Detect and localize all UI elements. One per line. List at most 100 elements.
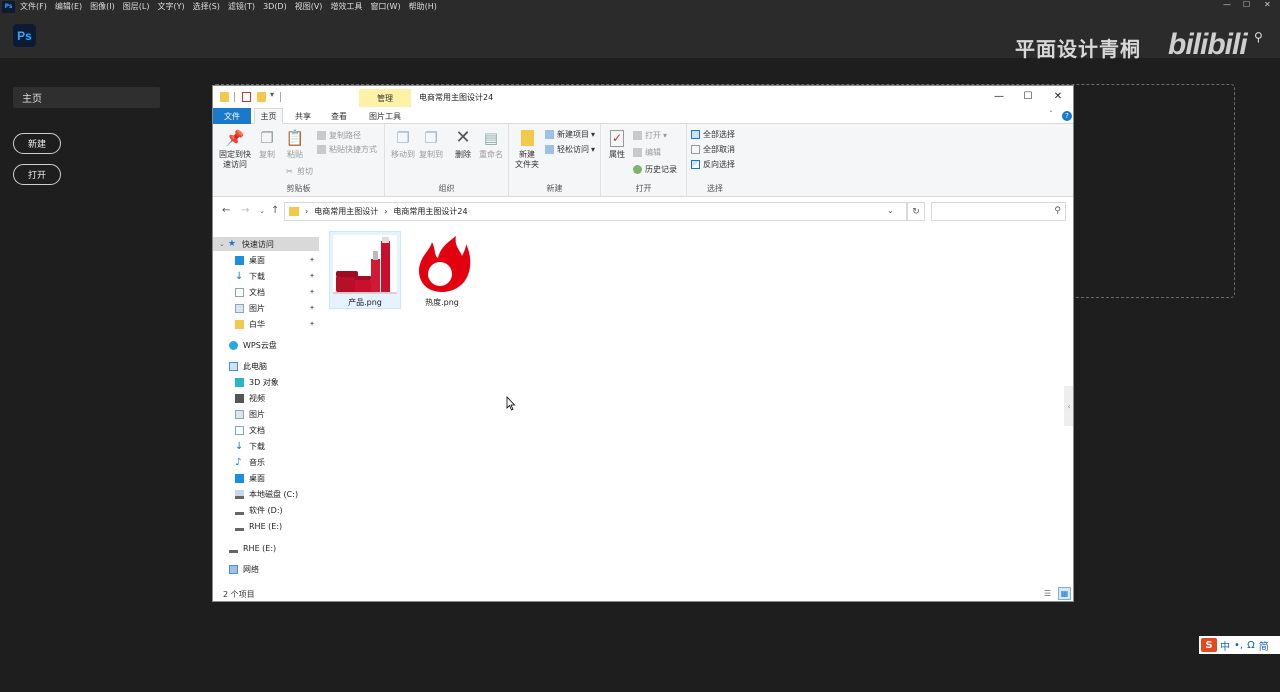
copy-to-button[interactable]: ❐ 复制到: [417, 128, 445, 160]
breadcrumb-item[interactable]: 电商常用主图设计: [314, 206, 378, 217]
history-button[interactable]: 历史记录: [633, 164, 677, 175]
pin-quick-access-button[interactable]: 📌 固定到快 速访问: [217, 128, 253, 170]
pin-icon[interactable]: ✦: [309, 288, 315, 296]
tab-manage[interactable]: 管理: [359, 89, 411, 107]
nav-item-documents-pc[interactable]: 文档: [213, 423, 319, 437]
ime-chinese-mode[interactable]: 中: [1220, 638, 1230, 653]
nav-item-network[interactable]: 网络: [213, 562, 319, 576]
maximize-button[interactable]: ☐: [1018, 89, 1038, 103]
rename-button[interactable]: ▤ 重命名: [477, 128, 505, 160]
back-arrow-icon[interactable]: ←: [222, 205, 230, 216]
nav-item-desktop-pc[interactable]: 桌面: [213, 471, 319, 485]
nav-item-music[interactable]: ♪ 音乐: [213, 455, 319, 469]
select-all-button[interactable]: 全部选择: [691, 129, 735, 140]
tab-view[interactable]: 查看: [323, 108, 355, 124]
new-item-button[interactable]: 新建项目 ▾: [545, 129, 595, 140]
ribbon-collapse-icon[interactable]: ˆ: [1049, 110, 1053, 119]
search-input[interactable]: ⚲: [931, 202, 1066, 221]
recent-dropdown-icon[interactable]: ⌄: [259, 207, 265, 215]
scroll-handle[interactable]: ‹: [1064, 386, 1073, 426]
menu-window[interactable]: 窗口(W): [370, 1, 400, 12]
menu-edit[interactable]: 编辑(E): [55, 1, 82, 12]
nav-item-drive-d[interactable]: 软件 (D:): [213, 503, 319, 517]
select-none-button[interactable]: 全部取消: [691, 144, 735, 155]
nav-item-videos[interactable]: 视频: [213, 391, 319, 405]
easy-access-button[interactable]: 轻松访问 ▾: [545, 144, 595, 155]
menu-type[interactable]: 文字(Y): [157, 1, 184, 12]
nav-item-wps-cloud[interactable]: WPS云盘: [213, 338, 319, 352]
ime-simplified[interactable]: 简: [1259, 638, 1269, 653]
nav-item-3d-objects[interactable]: 3D 对象: [213, 375, 319, 389]
menu-view[interactable]: 视图(V): [295, 1, 323, 12]
forward-arrow-icon[interactable]: →: [241, 205, 249, 216]
close-button[interactable]: ✕: [1048, 89, 1068, 103]
menu-file[interactable]: 文件(F): [20, 1, 47, 12]
menu-plugins[interactable]: 增效工具: [330, 1, 362, 12]
file-item[interactable]: 产品.png: [329, 231, 401, 309]
minimize-button[interactable]: —: [989, 89, 1009, 103]
breadcrumb-item-current[interactable]: 电商常用主图设计24: [393, 206, 467, 217]
cut-button[interactable]: ✂ 剪切: [285, 166, 313, 177]
ime-toolbar[interactable]: S 中 •, Ω 简: [1199, 636, 1280, 654]
properties-button[interactable]: ✓ 属性: [605, 128, 629, 160]
address-input[interactable]: › 电商常用主图设计 › 电商常用主图设计24: [284, 202, 907, 221]
menu-help[interactable]: 帮助(H): [409, 1, 437, 12]
address-dropdown-icon[interactable]: ⌄: [887, 206, 894, 215]
tab-home[interactable]: 主页: [254, 108, 283, 124]
nav-item-this-pc[interactable]: 此电脑: [213, 359, 319, 373]
ime-symbols[interactable]: Ω: [1247, 640, 1255, 651]
menu-image[interactable]: 图像(I): [90, 1, 115, 12]
ps-open-button[interactable]: 打开: [13, 164, 61, 185]
nav-item-desktop[interactable]: 桌面 ✦: [213, 253, 319, 267]
tab-picture-tools[interactable]: 图片工具: [359, 108, 411, 124]
nav-item-quick-access[interactable]: ⌄ ★ 快速访问: [213, 237, 319, 251]
nav-item-pictures[interactable]: 图片 ✦: [213, 301, 319, 315]
menu-layer[interactable]: 图层(L): [123, 1, 150, 12]
ps-minimize-button[interactable]: —: [1223, 0, 1231, 9]
pin-icon[interactable]: ✦: [309, 320, 315, 328]
pin-icon[interactable]: ✦: [309, 272, 315, 280]
paste-button[interactable]: 📋 粘贴: [284, 128, 306, 160]
up-arrow-icon[interactable]: ↑: [271, 205, 279, 216]
move-to-button[interactable]: ❐ 移动到: [389, 128, 417, 160]
pin-icon[interactable]: ✦: [309, 304, 315, 312]
invert-selection-button[interactable]: 反向选择: [691, 159, 735, 170]
nav-item-pictures-pc[interactable]: 图片: [213, 407, 319, 421]
ps-search-icon[interactable]: ⚲: [1254, 30, 1263, 44]
open-button[interactable]: 打开 ▾: [633, 130, 667, 141]
copy-button[interactable]: ❐ 复制: [256, 128, 278, 160]
expand-chevron-icon[interactable]: ⌄: [219, 240, 225, 248]
menu-3d[interactable]: 3D(D): [263, 2, 287, 11]
nav-item-drive-c[interactable]: 本地磁盘 (C:): [213, 487, 319, 501]
help-icon[interactable]: ?: [1062, 111, 1072, 121]
details-view-icon[interactable]: ☰: [1042, 588, 1053, 599]
nav-item-downloads-pc[interactable]: ↓ 下载: [213, 439, 319, 453]
nav-item-downloads[interactable]: ↓ 下载 ✦: [213, 269, 319, 283]
edit-button[interactable]: 编辑: [633, 147, 661, 158]
nav-item-documents[interactable]: 文档 ✦: [213, 285, 319, 299]
qa-dropdown-icon[interactable]: ▾: [270, 90, 274, 99]
large-icons-view-icon[interactable]: ▦: [1058, 587, 1071, 600]
ps-maximize-button[interactable]: ☐: [1243, 0, 1250, 9]
paste-shortcut-button[interactable]: 粘贴快捷方式: [317, 144, 377, 155]
new-folder-button[interactable]: 新建 文件夹: [513, 128, 541, 170]
tab-file[interactable]: 文件: [213, 108, 251, 124]
ps-new-button[interactable]: 新建: [13, 133, 61, 154]
new-folder-icon[interactable]: [257, 92, 266, 102]
ime-punctuation[interactable]: •,: [1234, 640, 1243, 651]
menu-select[interactable]: 选择(S): [193, 1, 220, 12]
menu-filter[interactable]: 滤镜(T): [228, 1, 255, 12]
copy-path-button[interactable]: 复制路径: [317, 130, 361, 141]
nav-item-baihua[interactable]: 白华 ✦: [213, 317, 319, 331]
delete-button[interactable]: ✕ 删除: [451, 128, 475, 160]
ps-home-item[interactable]: 主页: [13, 87, 160, 108]
tab-share[interactable]: 共享: [288, 108, 318, 124]
nav-item-drive-e-root[interactable]: RHE (E:): [213, 541, 319, 555]
ps-close-button[interactable]: ✕: [1264, 0, 1271, 9]
properties-check-icon[interactable]: [242, 92, 251, 102]
file-item[interactable]: 热度.png: [406, 231, 478, 309]
file-list[interactable]: 产品.png 热度.png: [325, 228, 1061, 583]
pin-icon[interactable]: ✦: [309, 256, 315, 264]
nav-item-drive-e[interactable]: RHE (E:): [213, 519, 319, 533]
refresh-button[interactable]: ↻: [907, 202, 925, 221]
